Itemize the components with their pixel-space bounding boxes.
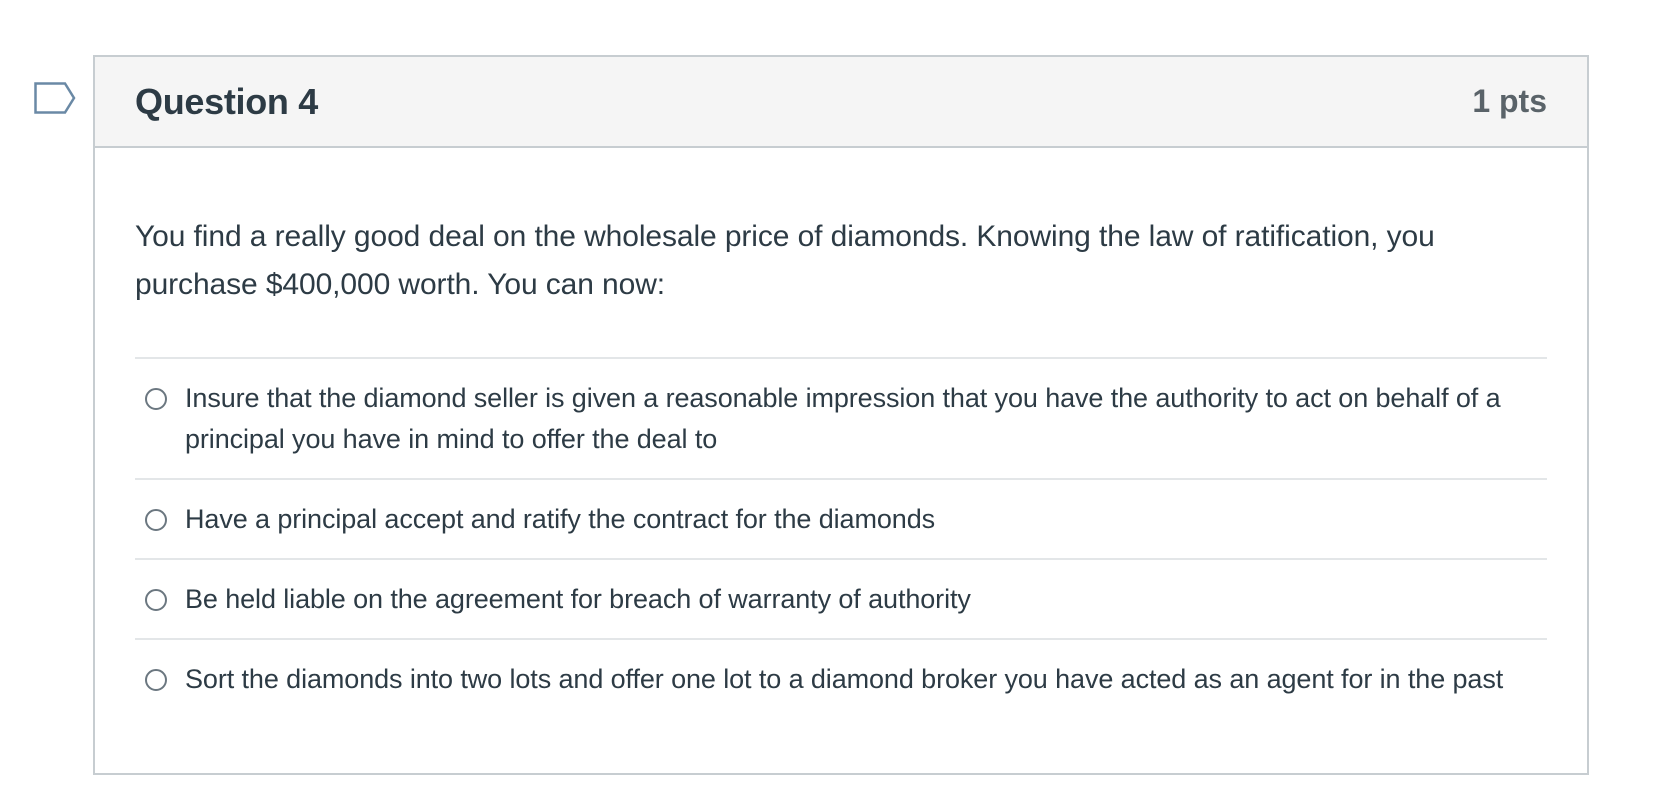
answer-option-2[interactable]: Have a principal accept and ratify the c… <box>135 480 1547 560</box>
flag-question-icon[interactable] <box>34 82 76 114</box>
question-header: Question 4 1 pts <box>95 57 1587 148</box>
answer-radio[interactable] <box>145 509 167 531</box>
question-title: Question 4 <box>135 80 319 122</box>
answer-label: Be held liable on the agreement for brea… <box>185 584 971 614</box>
answer-option-1[interactable]: Insure that the diamond seller is given … <box>135 359 1547 480</box>
answer-option-4[interactable]: Sort the diamonds into two lots and offe… <box>135 640 1547 718</box>
question-points: 1 pts <box>1472 83 1547 119</box>
answer-label: Have a principal accept and ratify the c… <box>185 504 936 534</box>
answer-radio[interactable] <box>145 669 167 691</box>
answer-label: Sort the diamonds into two lots and offe… <box>185 664 1504 694</box>
question-card: Question 4 1 pts You find a really good … <box>93 55 1589 775</box>
answer-option-3[interactable]: Be held liable on the agreement for brea… <box>135 560 1547 640</box>
question-body: You find a really good deal on the whole… <box>95 148 1587 718</box>
answer-radio[interactable] <box>145 589 167 611</box>
question-text: You find a really good deal on the whole… <box>135 220 1435 301</box>
answer-radio[interactable] <box>145 388 167 410</box>
answer-list: Insure that the diamond seller is given … <box>135 357 1547 718</box>
answer-label: Insure that the diamond seller is given … <box>185 383 1501 454</box>
